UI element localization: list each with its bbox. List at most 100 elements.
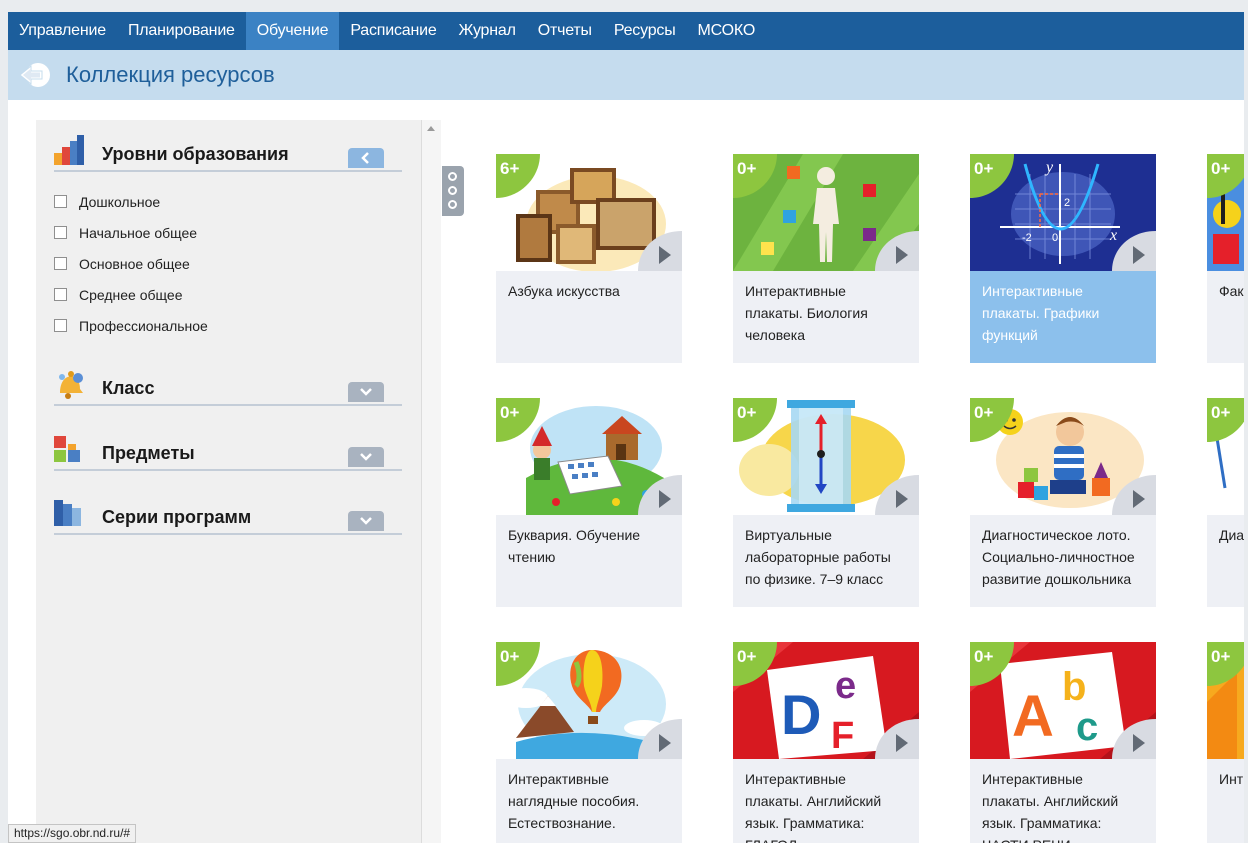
filter-group-levels: Уровни образования Дошкольное Начальное … bbox=[54, 130, 402, 341]
resource-title: Интерактивные плакаты. Английский язык. … bbox=[745, 771, 882, 843]
resource-card[interactable]: D e F 0+ Интерактивные плакаты. Английск… bbox=[733, 642, 919, 843]
resource-thumbnail: 0+ bbox=[970, 398, 1156, 515]
option-basic[interactable]: Основное общее bbox=[54, 248, 402, 279]
svg-text:0+: 0+ bbox=[1211, 403, 1230, 422]
resource-card[interactable]: y x 2 -2 0 0+ Интерактивные плакаты. Гра… bbox=[970, 154, 1156, 363]
resource-title: Интерактивные плакаты. Графики функций bbox=[982, 283, 1100, 343]
age-rating-badge: 0+ bbox=[1207, 154, 1244, 198]
age-rating-badge: 0+ bbox=[970, 642, 1014, 686]
resource-title: Диа Соц раз шко bbox=[1219, 527, 1244, 543]
filter-group-subjects: Предметы bbox=[54, 429, 402, 471]
svg-text:b: b bbox=[1062, 665, 1086, 709]
age-rating-badge: 0+ bbox=[1207, 398, 1244, 442]
filter-group-grade: Класс bbox=[54, 364, 402, 406]
bell-icon bbox=[59, 371, 83, 399]
resource-card[interactable]: 6+ Азбука искусства bbox=[496, 154, 682, 363]
resource-card[interactable]: 0+ Диагностическое лото. Социально-лично… bbox=[970, 398, 1156, 607]
resource-card[interactable]: A b c 0+ Интерактивные плакаты. Английск… bbox=[970, 642, 1156, 843]
nav-item-schedule[interactable]: Расписание bbox=[339, 12, 447, 50]
resource-title: Азбука искусства bbox=[508, 283, 620, 299]
nav-item-management[interactable]: Управление bbox=[8, 12, 117, 50]
nav-item-journal[interactable]: Журнал bbox=[448, 12, 527, 50]
resource-thumbnail: 0+ bbox=[1207, 642, 1244, 759]
checkbox[interactable] bbox=[54, 195, 67, 208]
resource-thumbnail: A b c 0+ bbox=[970, 642, 1156, 759]
play-icon[interactable] bbox=[638, 719, 682, 759]
resource-card[interactable]: 0+ Интерактивные плакаты. Биология челов… bbox=[733, 154, 919, 363]
resource-card[interactable]: 0+ Инт пла мат отк bbox=[1207, 642, 1244, 843]
resource-thumbnail: 0+ bbox=[733, 154, 919, 271]
filter-header-grade[interactable]: Класс bbox=[54, 364, 402, 406]
nav-item-learning[interactable]: Обучение bbox=[245, 12, 340, 50]
resource-thumbnail: y x 2 -2 0 0+ bbox=[970, 154, 1156, 271]
filter-header-levels[interactable]: Уровни образования bbox=[54, 130, 402, 172]
age-rating-badge: 0+ bbox=[496, 398, 540, 442]
play-icon[interactable] bbox=[875, 475, 919, 515]
option-label: Начальное общее bbox=[79, 224, 198, 241]
expand-series-button[interactable] bbox=[348, 511, 384, 531]
nav-item-planning[interactable]: Планирование bbox=[117, 12, 246, 50]
resource-thumbnail: 0+ bbox=[733, 398, 919, 515]
sidebar-scrollbar[interactable] bbox=[421, 120, 441, 843]
option-secondary[interactable]: Среднее общее bbox=[54, 279, 402, 310]
filter-sidebar: Уровни образования Дошкольное Начальное … bbox=[36, 120, 421, 843]
play-icon[interactable] bbox=[875, 719, 919, 759]
option-label: Дошкольное bbox=[79, 193, 161, 210]
play-icon[interactable] bbox=[1112, 719, 1156, 759]
checkbox[interactable] bbox=[54, 226, 67, 239]
resource-title: Интерактивные наглядные пособия. Естеств… bbox=[508, 771, 640, 831]
option-label: Основное общее bbox=[79, 255, 190, 272]
education-levels-icon bbox=[54, 135, 84, 165]
resource-thumbnail: D e F 0+ bbox=[733, 642, 919, 759]
resource-card[interactable]: 0+ Фак Вол кон bbox=[1207, 154, 1244, 363]
play-icon[interactable] bbox=[638, 231, 682, 271]
filter-title-subjects: Предметы bbox=[102, 443, 195, 463]
age-rating-badge: 0+ bbox=[733, 398, 777, 442]
filter-header-series[interactable]: Серии программ bbox=[54, 493, 402, 535]
nav-item-msoko[interactable]: МСОКО bbox=[687, 12, 767, 50]
filter-group-series: Серии программ bbox=[54, 493, 402, 535]
scroll-up-icon[interactable] bbox=[427, 126, 435, 131]
expand-subjects-button[interactable] bbox=[348, 447, 384, 467]
back-arrow-icon[interactable] bbox=[18, 61, 52, 89]
collapse-levels-button[interactable] bbox=[348, 148, 384, 168]
chevron-down-icon bbox=[360, 517, 372, 525]
selection-toggle-tab[interactable] bbox=[442, 166, 464, 216]
age-rating-badge: 0+ bbox=[970, 154, 1014, 198]
checkbox[interactable] bbox=[54, 257, 67, 270]
play-icon[interactable] bbox=[1112, 231, 1156, 271]
option-professional[interactable]: Профессиональное bbox=[54, 310, 402, 341]
age-rating-badge: 0+ bbox=[733, 642, 777, 686]
resource-title: Диагностическое лото. Социально-личностн… bbox=[982, 527, 1135, 587]
resource-thumbnail: 0+ bbox=[1207, 154, 1244, 271]
resource-card[interactable]: 0+ Виртуальные лабораторные работы по фи… bbox=[733, 398, 919, 607]
option-preschool[interactable]: Дошкольное bbox=[54, 186, 402, 217]
play-icon[interactable] bbox=[875, 231, 919, 271]
resource-title: Инт пла мат отк bbox=[1219, 771, 1244, 787]
browser-window: Управление Планирование Обучение Расписа… bbox=[8, 12, 1244, 843]
play-icon[interactable] bbox=[1112, 475, 1156, 515]
svg-text:0: 0 bbox=[1052, 232, 1058, 244]
resource-card[interactable]: 0+ Интерактивные наглядные пособия. Есте… bbox=[496, 642, 682, 843]
svg-text:0+: 0+ bbox=[974, 403, 993, 422]
resource-card[interactable]: 0+ Буквария. Обучение чтению bbox=[496, 398, 682, 607]
nav-item-reports[interactable]: Отчеты bbox=[527, 12, 603, 50]
resource-card[interactable]: 0+ Диа Соц раз шко bbox=[1207, 398, 1244, 607]
expand-grade-button[interactable] bbox=[348, 382, 384, 402]
resource-thumbnail: 0+ bbox=[496, 398, 682, 515]
status-bar-url: https://sgo.obr.nd.ru/# bbox=[8, 824, 137, 843]
age-rating-badge: 6+ bbox=[496, 154, 540, 198]
svg-text:0+: 0+ bbox=[1211, 647, 1230, 666]
filter-header-subjects[interactable]: Предметы bbox=[54, 429, 402, 471]
levels-option-list: Дошкольное Начальное общее Основное обще… bbox=[54, 172, 402, 341]
svg-text:0+: 0+ bbox=[974, 159, 993, 178]
svg-text:0+: 0+ bbox=[737, 159, 756, 178]
checkbox[interactable] bbox=[54, 319, 67, 332]
svg-text:2: 2 bbox=[1064, 197, 1070, 209]
play-icon[interactable] bbox=[638, 475, 682, 515]
nav-item-resources[interactable]: Ресурсы bbox=[603, 12, 687, 50]
option-primary[interactable]: Начальное общее bbox=[54, 217, 402, 248]
svg-text:D: D bbox=[781, 683, 821, 746]
checkbox[interactable] bbox=[54, 288, 67, 301]
svg-text:0+: 0+ bbox=[737, 647, 756, 666]
